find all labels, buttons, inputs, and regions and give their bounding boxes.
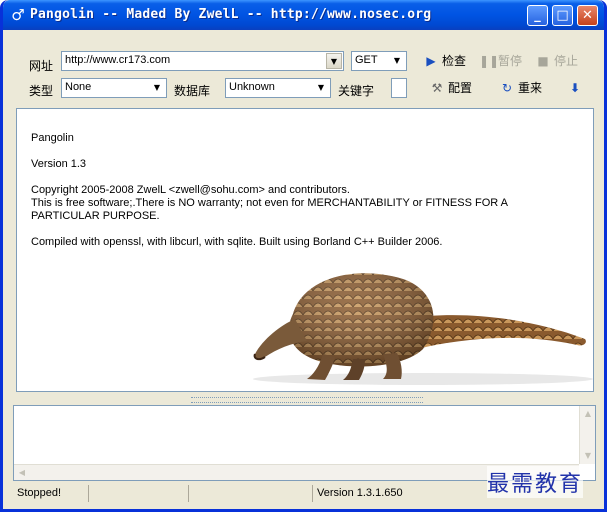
config-label: 配置 <box>448 81 473 95</box>
refresh-icon: ↻ <box>501 81 513 95</box>
pause-label: 暂停 <box>498 54 523 68</box>
scroll-left-icon[interactable]: ◀ <box>14 465 30 481</box>
config-button[interactable]: ⚒ 配置 <box>429 77 472 99</box>
url-input[interactable]: http://www.cr173.com ▼ <box>61 51 344 71</box>
database-select[interactable]: Unknown ▼ <box>225 78 331 98</box>
pause-icon: ❚❚ <box>479 54 500 68</box>
status-panel-3 <box>189 485 313 502</box>
window-title: Pangolin -- Maded By ZwelL -- http://www… <box>30 7 432 22</box>
restart-label: 重来 <box>518 81 543 95</box>
scroll-up-icon[interactable]: ▲ <box>580 406 596 422</box>
tools-icon: ⚒ <box>431 81 443 95</box>
keyword-input[interactable] <box>391 78 407 98</box>
panel-splitter[interactable] <box>13 396 596 404</box>
type-label: 类型 <box>29 84 54 98</box>
type-value: None <box>65 81 92 93</box>
url-value: http://www.cr173.com <box>65 54 171 66</box>
type-select[interactable]: None ▼ <box>61 78 167 98</box>
arrow-down-icon: ⬇ <box>569 81 581 95</box>
url-label: 网址 <box>29 59 54 73</box>
stop-button[interactable]: ■ 停止 <box>535 50 578 72</box>
status-panel-2 <box>89 485 189 502</box>
keyword-label: 关键字 <box>338 84 375 98</box>
close-button[interactable]: ✕ <box>577 5 598 26</box>
compile-info-text: Compiled with openssl, with libcurl, wit… <box>31 236 443 248</box>
title-bar[interactable]: ♂ Pangolin -- Maded By ZwelL -- http://w… <box>3 0 604 30</box>
chevron-down-icon[interactable]: ▼ <box>149 80 165 96</box>
pause-button[interactable]: ❚❚暂停 <box>479 50 522 72</box>
chevron-down-icon[interactable]: ▼ <box>326 53 342 69</box>
chevron-down-icon[interactable]: ▼ <box>313 80 329 96</box>
warranty-text: This is free software;.There is NO warra… <box>31 197 509 209</box>
pangolin-image <box>253 273 593 385</box>
chevron-down-icon[interactable]: ▼ <box>389 53 405 69</box>
check-button[interactable]: ▶ 检查 <box>423 50 466 72</box>
play-icon: ▶ <box>426 54 436 68</box>
warranty-text-cont: PARTICULAR PURPOSE. <box>31 210 160 222</box>
version-text: Version 1.3 <box>31 158 87 170</box>
vertical-scrollbar[interactable]: ▲ ▼ <box>579 406 595 464</box>
stop-label: 停止 <box>554 54 579 68</box>
method-select[interactable]: GET ▼ <box>351 51 407 71</box>
app-name: Pangolin <box>31 132 74 144</box>
database-value: Unknown <box>229 81 275 93</box>
app-icon: ♂ <box>11 6 25 24</box>
watermark-text: 最需教育 <box>487 466 584 498</box>
app-window: ♂ Pangolin -- Maded By ZwelL -- http://w… <box>0 0 607 512</box>
splitter-grip[interactable] <box>191 397 423 403</box>
scroll-down-icon[interactable]: ▼ <box>580 448 596 464</box>
info-panel: Pangolin Version 1.3 Copyright 2005-2008… <box>16 108 594 392</box>
download-button[interactable]: ⬇ <box>567 77 586 99</box>
method-value: GET <box>355 54 378 66</box>
stop-icon: ■ <box>537 54 549 68</box>
check-label: 检查 <box>442 54 467 68</box>
copyright-text: Copyright 2005-2008 ZwelL <zwell@sohu.co… <box>31 184 350 196</box>
maximize-button[interactable]: □ <box>552 5 573 26</box>
status-state: Stopped! <box>13 485 89 502</box>
database-label: 数据库 <box>174 84 211 98</box>
status-version: Version 1.3.1.650 <box>317 487 403 499</box>
minimize-button[interactable]: _ <box>527 5 548 26</box>
restart-button[interactable]: ↻ 重来 <box>499 77 542 99</box>
